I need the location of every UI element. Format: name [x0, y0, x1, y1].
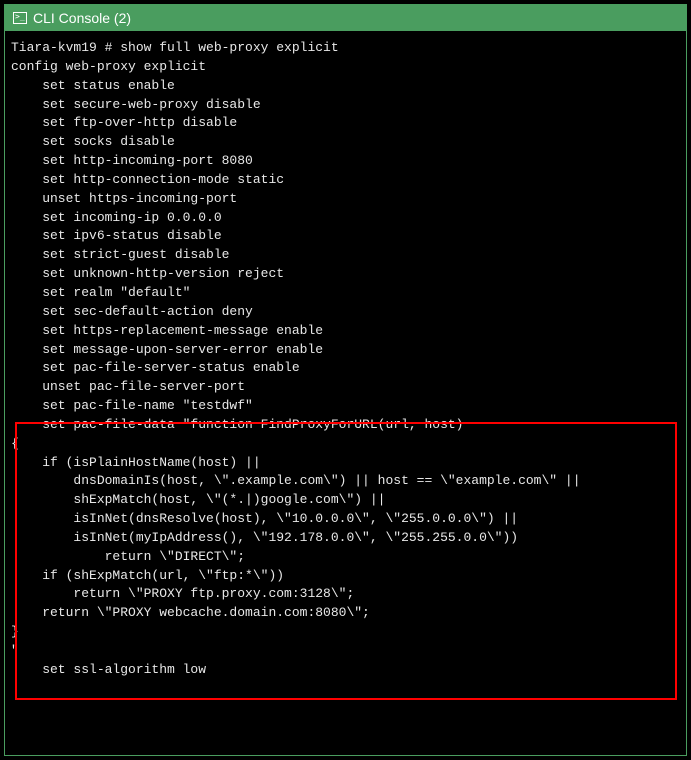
- console-line: shExpMatch(host, \"(*.|)google.com\") ||: [11, 491, 680, 510]
- console-line: set pac-file-server-status enable: [11, 359, 680, 378]
- console-line: set ssl-algorithm low: [11, 661, 680, 680]
- console-line: set http-incoming-port 8080: [11, 152, 680, 171]
- console-line: ": [11, 642, 680, 661]
- console-line: set ipv6-status disable: [11, 227, 680, 246]
- title-bar-label: CLI Console (2): [33, 10, 131, 26]
- console-line: set unknown-http-version reject: [11, 265, 680, 284]
- console-line: dnsDomainIs(host, \".example.com\") || h…: [11, 472, 680, 491]
- terminal-icon: [13, 12, 27, 24]
- console-line: Tiara-kvm19 # show full web-proxy explic…: [11, 39, 680, 58]
- console-line: set pac-file-data "function FindProxyFor…: [11, 416, 680, 435]
- console-line: set realm "default": [11, 284, 680, 303]
- console-line: set strict-guest disable: [11, 246, 680, 265]
- console-line: return \"PROXY ftp.proxy.com:3128\";: [11, 585, 680, 604]
- console-line: if (isPlainHostName(host) ||: [11, 454, 680, 473]
- console-line: set socks disable: [11, 133, 680, 152]
- console-line: isInNet(dnsResolve(host), \"10.0.0.0\", …: [11, 510, 680, 529]
- console-line: return \"PROXY webcache.domain.com:8080\…: [11, 604, 680, 623]
- console-line: unset https-incoming-port: [11, 190, 680, 209]
- console-line: }: [11, 623, 680, 642]
- cli-console-window: CLI Console (2) Tiara-kvm19 # show full …: [4, 4, 687, 756]
- console-line: set secure-web-proxy disable: [11, 96, 680, 115]
- console-line: return \"DIRECT\";: [11, 548, 680, 567]
- title-bar[interactable]: CLI Console (2): [5, 5, 686, 31]
- console-line: set status enable: [11, 77, 680, 96]
- console-body[interactable]: Tiara-kvm19 # show full web-proxy explic…: [5, 31, 686, 753]
- console-line: set ftp-over-http disable: [11, 114, 680, 133]
- console-line: set incoming-ip 0.0.0.0: [11, 209, 680, 228]
- console-line: unset pac-file-server-port: [11, 378, 680, 397]
- console-line: set https-replacement-message enable: [11, 322, 680, 341]
- console-line: set message-upon-server-error enable: [11, 341, 680, 360]
- console-line: set sec-default-action deny: [11, 303, 680, 322]
- console-line: if (shExpMatch(url, \"ftp:*\")): [11, 567, 680, 586]
- console-line: set pac-file-name "testdwf": [11, 397, 680, 416]
- console-line: set http-connection-mode static: [11, 171, 680, 190]
- console-line: {: [11, 435, 680, 454]
- console-line: isInNet(myIpAddress(), \"192.178.0.0\", …: [11, 529, 680, 548]
- console-line: config web-proxy explicit: [11, 58, 680, 77]
